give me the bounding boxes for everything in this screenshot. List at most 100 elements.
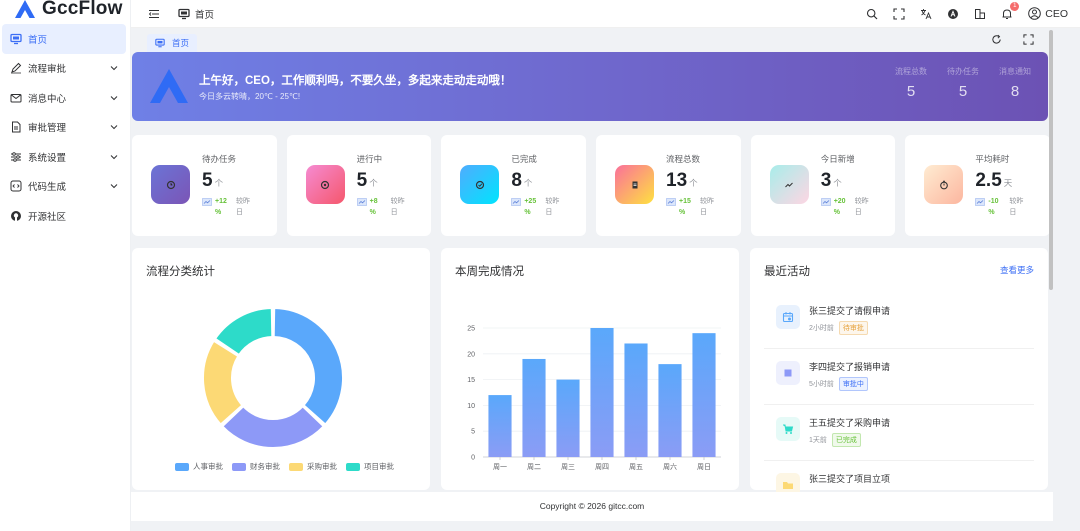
view-more-link[interactable]: 查看更多 <box>1000 264 1034 276</box>
bar[interactable] <box>590 328 614 457</box>
legend-swatch <box>232 462 246 471</box>
legend-swatch <box>289 462 303 471</box>
stat-card[interactable]: 已完成 8 个 +25% 较昨日 <box>441 135 587 236</box>
activity-panel: 最近活动 查看更多 张三提交了请假申请 2小时前 待审批 李四提交了报销申请 5小时前审… <box>750 248 1048 492</box>
stat-card[interactable]: 待办任务 5 个 +12% 较昨日 <box>132 135 277 236</box>
timer-icon <box>924 165 964 204</box>
legend-swatch <box>175 462 189 471</box>
stat-card[interactable]: 流程总数 13 个 +15% 较昨日 <box>596 135 741 236</box>
trend-compare: 较昨日 <box>700 198 715 216</box>
stat-label: 已完成 <box>511 154 537 164</box>
bar[interactable] <box>556 379 580 457</box>
activity-item[interactable]: 张三提交了项目立项 <box>764 461 1034 492</box>
legend-item[interactable]: 采购审批 <box>289 461 337 472</box>
refresh-icon[interactable] <box>989 32 1003 46</box>
legend-item[interactable]: 项目审批 <box>346 461 394 472</box>
greeting-text: 上午好，CEO，工作顺利吗，不要久坐，多起来走动走动哦！ <box>199 75 512 87</box>
stat-unit: 个 <box>369 178 378 188</box>
donut-slice[interactable] <box>272 307 344 426</box>
search-icon[interactable] <box>865 7 879 21</box>
stat-trend: +15% 较昨日 <box>666 196 714 218</box>
donut-chart[interactable] <box>132 248 430 490</box>
bar[interactable] <box>624 343 648 457</box>
breadcrumb-item[interactable]: 首页 <box>195 7 214 21</box>
stat-trend: -10% 较昨日 <box>975 196 1023 218</box>
sidebar-item-system-settings[interactable]: 系统设置 <box>2 142 126 172</box>
sidebar-item-process-approval[interactable]: 流程审批 <box>2 54 126 84</box>
sidebar-item-label: 流程审批 <box>28 64 67 76</box>
activity-time: 1天前 <box>809 437 827 444</box>
legend-label: 人事审批 <box>193 462 223 471</box>
breadcrumb: 首页 <box>177 7 214 21</box>
y-tick-label: 25 <box>467 326 475 333</box>
activity-item[interactable]: 王五提交了采购申请 1天前 已完成 <box>764 405 1034 461</box>
copyright-text: Copyright © 2026 gitcc.com <box>539 501 645 511</box>
app-logo[interactable]: GccFlow <box>0 0 130 22</box>
legend-item[interactable]: 人事审批 <box>175 461 223 472</box>
stat-card[interactable]: 今日新增 3 个 +20% 较昨日 <box>750 135 896 236</box>
legend-swatch <box>346 462 360 471</box>
clock-icon <box>151 165 190 204</box>
user-menu[interactable]: CEO <box>1027 7 1068 21</box>
trend-compare: 较昨日 <box>545 198 560 216</box>
chevron-down-icon <box>110 95 118 100</box>
chevron-down-icon <box>110 125 118 130</box>
trend-value: +25% <box>524 198 537 216</box>
stat-unit: 个 <box>833 178 842 188</box>
chevron-down-icon <box>110 154 118 159</box>
calendar-icon <box>776 305 800 329</box>
chart-icon <box>356 198 367 206</box>
sidebar-item-approval-management[interactable]: 审批管理 <box>2 113 126 143</box>
sidebar-item-label: 审批管理 <box>28 123 67 135</box>
collapse-menu-icon[interactable] <box>147 7 161 21</box>
bar[interactable] <box>488 395 512 457</box>
stat-label: 流程总数 <box>666 154 701 164</box>
y-tick-label: 20 <box>467 351 475 358</box>
stat-card[interactable]: 进行中 5 个 +8% 较昨日 <box>286 135 432 236</box>
stat-label: 待办任务 <box>202 154 237 164</box>
x-tick-label: 周六 <box>663 462 677 471</box>
chart-icon <box>202 198 212 206</box>
tab-home[interactable]: 首页 <box>147 34 198 52</box>
activity-item[interactable]: 张三提交了请假申请 2小时前 待审批 <box>764 293 1034 349</box>
fullscreen-icon[interactable] <box>892 7 906 21</box>
record-icon <box>305 165 345 204</box>
sidebar-item-message-center[interactable]: 消息中心 <box>2 83 126 113</box>
bar[interactable] <box>658 364 682 457</box>
sidebar: GccFlow 首页 流程审批 消息中心 审批管理 系统设置 代码生成 开源社区 <box>0 0 131 531</box>
stat-trend: +12% 较昨日 <box>202 196 250 218</box>
trend-value: +20% <box>833 198 846 216</box>
sidebar-item-open-source-community[interactable]: 开源社区 <box>2 201 126 231</box>
stat-card[interactable]: 平均耗时 2.5 天 -10% 较昨日 <box>905 135 1051 236</box>
bar-chart[interactable]: 0 5 10 15 20 25 周一 周二 周三 周四 周五 周六 周日 <box>441 248 739 490</box>
chart-icon <box>511 198 522 206</box>
translate-icon[interactable] <box>919 7 933 21</box>
welcome-banner: 上午好，CEO，工作顺利吗，不要久坐，多起来走动走动哦！ 今日多云转晴，20℃ … <box>132 52 1048 121</box>
trend-compare: 较昨日 <box>236 198 250 216</box>
scrollbar[interactable] <box>1049 30 1053 290</box>
sidebar-item-code-generation[interactable]: 代码生成 <box>2 172 126 202</box>
layout-icon[interactable] <box>973 7 987 21</box>
folder-icon <box>776 473 800 492</box>
fullscreen-icon[interactable] <box>1021 32 1035 46</box>
status-badge: 已完成 <box>831 433 861 447</box>
activity-meta: 1天前 已完成 <box>809 433 861 447</box>
x-tick-label: 周二 <box>527 463 541 471</box>
donut-slice[interactable] <box>221 405 325 449</box>
stat-value: 5个 <box>202 170 224 191</box>
category-chart-panel: 流程分类统计 人事审批 财务审批 采购审批 项目审批 <box>132 248 430 490</box>
notification-bell[interactable]: 1 <box>1000 1 1020 21</box>
header-actions: 1 CEO <box>865 1 1068 21</box>
panel-title: 最近活动 <box>764 266 810 278</box>
stat-value: 2.5 天 <box>975 170 1013 191</box>
bar[interactable] <box>522 358 546 457</box>
legend-item[interactable]: 财务审批 <box>232 461 280 472</box>
main-content: 上午好，CEO，工作顺利吗，不要久坐，多起来走动走动哦！ 今日多云转晴，20℃ … <box>131 52 1053 492</box>
activity-item[interactable]: 李四提交了报销申请 5小时前 审批中 <box>764 349 1034 405</box>
stat-trend: +8% 较昨日 <box>356 196 405 218</box>
banner-stats: 流程总数 5 待办任务 5 消息通知 8 <box>892 66 1034 100</box>
bar[interactable] <box>692 333 716 457</box>
theme-icon[interactable] <box>946 7 960 21</box>
pen-icon <box>10 62 22 74</box>
sidebar-item-home[interactable]: 首页 <box>2 24 126 54</box>
